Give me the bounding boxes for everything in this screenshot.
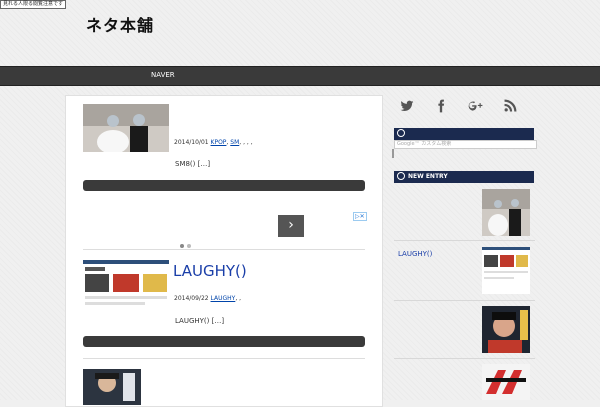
- post-excerpt: SM8() […]: [175, 160, 211, 168]
- search-input[interactable]: Google™ カスタム検索: [394, 140, 537, 149]
- tag-separator: , , , ,: [239, 139, 253, 146]
- new-entry-header: NEW ENTRY: [394, 171, 534, 183]
- wedding-photo-thumbnail: [83, 104, 169, 152]
- main-content: 2014/10/01 KPOP, SM, , , , SM8() […] ▷✕ …: [65, 95, 383, 407]
- post-divider: [83, 358, 365, 359]
- sidebar-entry-thumbnail[interactable]: [482, 189, 530, 236]
- post-tag-link[interactable]: LAUGHY: [211, 295, 236, 302]
- circle-arrow-icon: [397, 171, 405, 180]
- person-photo-thumbnail: [482, 306, 530, 353]
- post-meta: 2014/09/22 LAUGHY, ,: [174, 295, 241, 302]
- new-entry-heading: NEW ENTRY: [408, 173, 448, 180]
- sidebar-entry-title[interactable]: LAUGHY(): [398, 250, 432, 258]
- sidebar-entry-thumbnail[interactable]: [482, 247, 530, 294]
- post-tag-link[interactable]: SM: [230, 139, 239, 146]
- sidebar-entry-thumbnail[interactable]: [482, 364, 530, 400]
- post-excerpt: LAUGHY() […]: [175, 317, 225, 325]
- website-screenshot-thumbnail: [83, 260, 169, 312]
- carousel-dot[interactable]: [180, 244, 184, 248]
- sidebar-divider: [394, 240, 535, 241]
- post-date: 2014/09/22: [174, 295, 209, 302]
- carousel-next-button[interactable]: ›: [278, 215, 304, 237]
- wedding-photo-thumbnail: [482, 189, 530, 236]
- sidebar-entry-thumbnail[interactable]: [482, 306, 530, 353]
- sidebar-divider: [394, 300, 535, 301]
- post-date: 2014/10/01: [174, 139, 209, 146]
- google-plus-icon[interactable]: [466, 99, 484, 117]
- header-badge[interactable]: 見れる人限る閲覧注意です: [0, 0, 67, 9]
- read-more-bar[interactable]: [83, 336, 365, 347]
- rss-icon[interactable]: [501, 99, 519, 117]
- post-tag-link[interactable]: KPOP: [211, 139, 227, 146]
- circle-arrow-icon: [397, 128, 405, 137]
- search-widget-header: [394, 128, 534, 140]
- tag-separator: ,: [226, 139, 229, 146]
- sidebar-divider: [394, 358, 535, 359]
- post-divider: [83, 249, 365, 250]
- post-thumbnail[interactable]: [83, 260, 169, 312]
- nav-item-naver[interactable]: NAVER: [151, 71, 175, 79]
- post-meta: 2014/10/01 KPOP, SM, , , ,: [174, 139, 253, 146]
- chevron-right-icon: ›: [288, 217, 294, 233]
- graphic-thumbnail: [482, 364, 530, 400]
- website-screenshot-thumbnail: [482, 247, 530, 294]
- nav-bar: NAVER: [0, 66, 600, 86]
- read-more-bar[interactable]: [83, 180, 365, 191]
- post-thumbnail[interactable]: [83, 104, 169, 152]
- adchoices-badge[interactable]: ▷✕: [353, 212, 367, 221]
- site-title[interactable]: ネタ本舗: [86, 12, 154, 36]
- facebook-icon[interactable]: [432, 99, 450, 117]
- carousel-dot[interactable]: [187, 244, 191, 248]
- twitter-icon[interactable]: [398, 99, 416, 117]
- post-title[interactable]: LAUGHY(): [173, 262, 247, 280]
- search-button[interactable]: [392, 149, 394, 158]
- tag-separator: , ,: [235, 295, 242, 302]
